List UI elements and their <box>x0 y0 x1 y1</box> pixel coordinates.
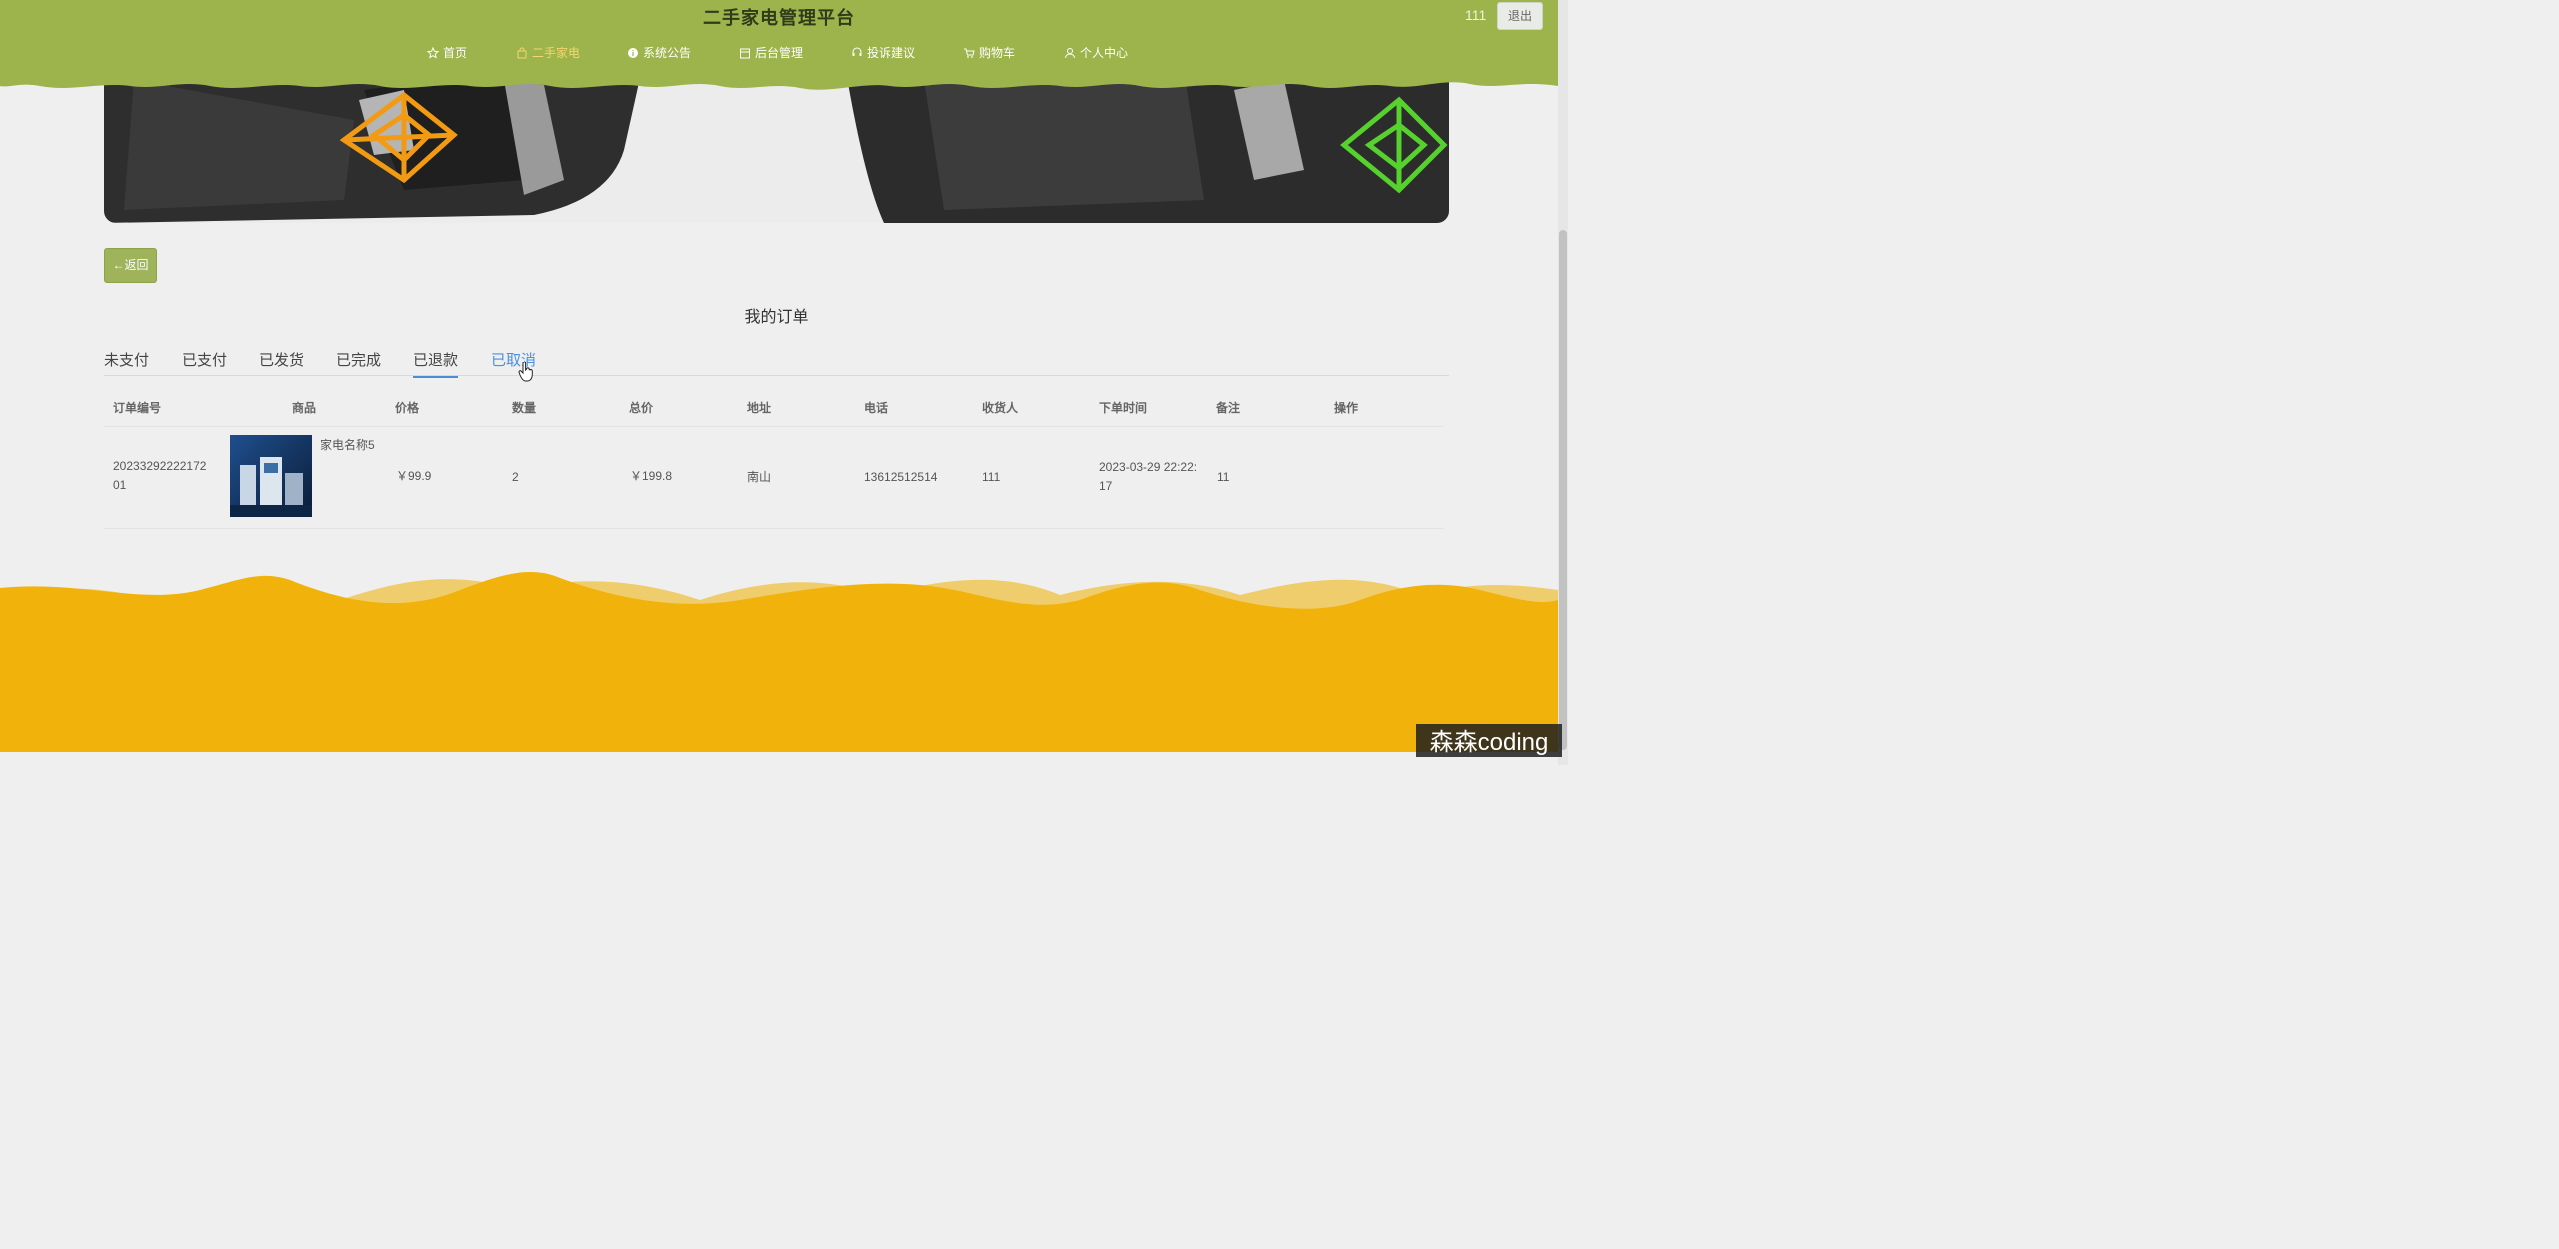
top-header: 二手家电管理平台 111 退出 首页 二手家电 系统公告 后台管理 投诉建议 购… <box>0 0 1558 100</box>
order-time-line2: 17 <box>1099 479 1113 493</box>
order-number: 20233292222172 01 <box>113 457 206 495</box>
tab-paid[interactable]: 已支付 <box>182 349 227 376</box>
col-remark: 备注 <box>1216 401 1241 415</box>
tab-completed[interactable]: 已完成 <box>336 349 381 376</box>
nav-label: 后台管理 <box>755 46 804 60</box>
col-product: 商品 <box>292 401 317 415</box>
page-title: 我的订单 <box>744 309 809 326</box>
phone-value: 13612512514 <box>864 470 938 484</box>
nav-item-profile[interactable]: 个人中心 <box>1064 44 1128 61</box>
cart-icon <box>964 48 975 58</box>
nav-label: 个人中心 <box>1080 46 1129 60</box>
tab-shipped[interactable]: 已发货 <box>259 349 304 376</box>
total-value: ￥199.8 <box>630 469 673 483</box>
col-actions: 操作 <box>1334 401 1359 415</box>
col-quantity: 数量 <box>512 401 537 415</box>
col-total: 总价 <box>629 401 654 415</box>
hand-cursor-icon <box>518 362 533 382</box>
col-address: 地址 <box>747 401 772 415</box>
scrollbar-thumb[interactable] <box>1559 230 1567 750</box>
table-header: 订单编号 商品 价格 数量 总价 地址 电话 收货人 下单时间 备注 操作 <box>104 386 1444 427</box>
tab-unpaid[interactable]: 未支付 <box>104 349 149 376</box>
bottom-strip <box>0 752 1568 765</box>
tab-refunded[interactable]: 已退款 <box>413 349 459 378</box>
main-nav: 首页 二手家电 系统公告 后台管理 投诉建议 购物车 个人中心 <box>0 44 1558 62</box>
back-button[interactable]: ←返回 <box>104 248 157 283</box>
bag-icon <box>517 47 527 58</box>
star-icon <box>427 46 439 59</box>
site-title: 二手家电管理平台 <box>703 8 855 28</box>
order-number-line1: 20233292222172 <box>113 459 207 473</box>
col-order-time: 下单时间 <box>1099 401 1148 415</box>
admin-icon <box>740 48 750 58</box>
address-value: 南山 <box>747 470 772 484</box>
order-status-tabs: 未支付 已支付 已发货 已完成 已退款 已取消 <box>104 349 1449 378</box>
logout-button[interactable]: 退出 <box>1497 2 1543 30</box>
watermark: 森森coding <box>1416 724 1562 757</box>
order-time: 2023-03-29 22:22: 17 <box>1099 458 1197 496</box>
nav-label: 系统公告 <box>643 46 692 60</box>
col-price: 价格 <box>395 401 420 415</box>
nav-item-announcements[interactable]: 系统公告 <box>627 44 691 61</box>
nav-item-cart[interactable]: 购物车 <box>963 44 1015 61</box>
remark-value: 11 <box>1217 470 1230 484</box>
table-row: 20233292222172 01 家电名称5 ￥99.9 2 ￥199.8 南… <box>104 426 1444 529</box>
nav-item-feedback[interactable]: 投诉建议 <box>851 44 915 61</box>
nav-label: 二手家电 <box>532 46 581 60</box>
footer-wave-decoration <box>0 571 1558 752</box>
nav-item-admin[interactable]: 后台管理 <box>739 44 803 61</box>
nav-item-appliances[interactable]: 二手家电 <box>516 44 580 61</box>
price-value: ￥99.9 <box>396 469 432 483</box>
col-phone: 电话 <box>864 401 889 415</box>
nav-label: 首页 <box>443 46 468 60</box>
receiver-value: 111 <box>982 470 1001 484</box>
username-label: 111 <box>1465 7 1487 23</box>
feedback-icon <box>852 47 862 56</box>
nav-label: 购物车 <box>979 46 1016 60</box>
quantity-value: 2 <box>512 470 519 484</box>
col-receiver: 收货人 <box>982 401 1019 415</box>
product-thumbnail <box>230 435 312 517</box>
product-name: 家电名称5 <box>320 438 375 452</box>
order-time-line1: 2023-03-29 22:22: <box>1099 460 1198 474</box>
nav-item-home[interactable]: 首页 <box>427 44 467 61</box>
order-number-line2: 01 <box>113 478 127 492</box>
col-order-no: 订单编号 <box>113 401 162 415</box>
info-icon <box>628 47 638 58</box>
nav-label: 投诉建议 <box>867 46 916 60</box>
user-icon <box>1065 47 1075 58</box>
